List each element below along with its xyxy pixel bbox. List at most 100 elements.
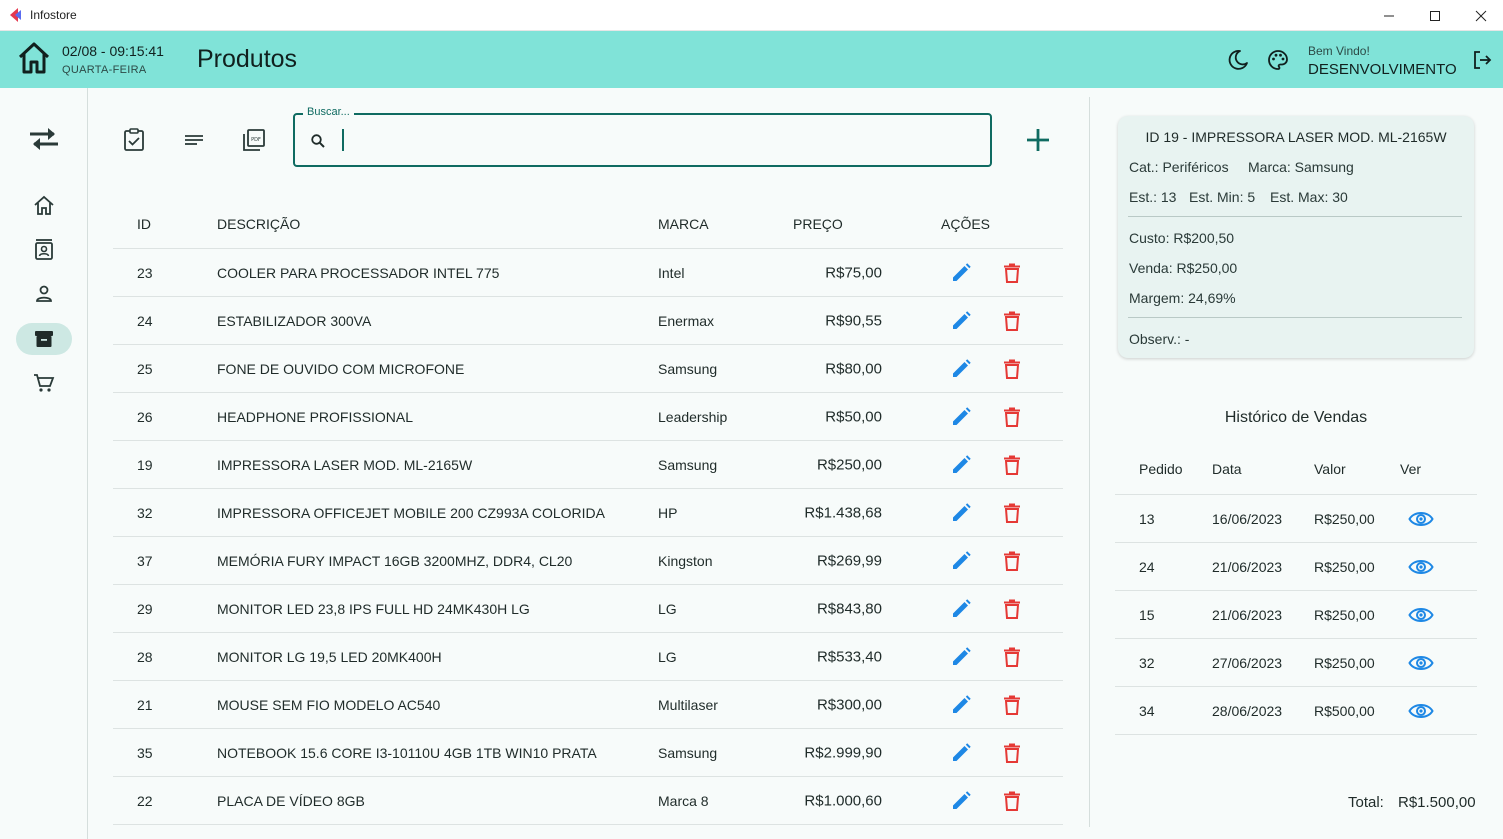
- table-row[interactable]: 26 HEADPHONE PROFISSIONAL Leadership R$50,0…: [113, 393, 1063, 441]
- maximize-button[interactable]: [1412, 0, 1458, 31]
- table-row[interactable]: 21 MOUSE SEM FIO MODELO AC540 Multilaser R$…: [113, 681, 1063, 729]
- history-value: R$250,00: [1314, 558, 1375, 575]
- detail-sale: Venda: R$250,00: [1129, 260, 1238, 276]
- nav-item-sales[interactable]: [16, 367, 72, 399]
- cell-price: R$80,00: [825, 360, 882, 377]
- cell-price: R$2.999,90: [804, 744, 882, 761]
- table-row[interactable]: 29 MONITOR LED 23,8 IPS FULL HD 24MK430H …: [113, 585, 1063, 633]
- cell-description: FONE DE OUVIDO COM MICROFONE: [217, 360, 465, 377]
- edit-pencil-icon[interactable]: [950, 406, 972, 428]
- close-window-button[interactable]: [1458, 0, 1503, 31]
- edit-pencil-icon[interactable]: [950, 502, 972, 524]
- cell-description: COOLER PARA PROCESSADOR INTEL 775: [217, 264, 500, 281]
- cell-brand: Intel: [658, 264, 685, 281]
- logout-icon[interactable]: [1470, 48, 1494, 72]
- dark-mode-icon[interactable]: [1226, 48, 1250, 72]
- table-row[interactable]: 23 COOLER PARA PROCESSADOR INTEL 775 Intel…: [113, 249, 1063, 297]
- edit-pencil-icon[interactable]: [950, 454, 972, 476]
- cell-price: R$75,00: [825, 264, 882, 281]
- edit-pencil-icon[interactable]: [950, 790, 972, 812]
- edit-pencil-icon[interactable]: [950, 550, 972, 572]
- delete-trash-icon[interactable]: [1001, 790, 1023, 812]
- nav-rail: [0, 88, 88, 839]
- table-row[interactable]: 24 ESTABILIZADOR 300VA Enermax R$90,55: [113, 297, 1063, 345]
- table-row[interactable]: 28 MONITOR LG 19,5 LED 20MK400H LG R$533,40: [113, 633, 1063, 681]
- eye-icon[interactable]: [1408, 557, 1434, 577]
- swap-icon[interactable]: [28, 126, 60, 152]
- add-product-icon[interactable]: [1022, 124, 1054, 156]
- cell-id: 22: [137, 792, 153, 809]
- delete-trash-icon[interactable]: [1001, 694, 1023, 716]
- pdf-icon[interactable]: PDF: [241, 127, 267, 153]
- edit-pencil-icon[interactable]: [950, 310, 972, 332]
- username: DESENVOLVIMENTO: [1308, 61, 1457, 78]
- delete-trash-icon[interactable]: [1001, 262, 1023, 284]
- eye-icon[interactable]: [1408, 605, 1434, 625]
- cell-id: 19: [137, 456, 153, 473]
- nav-item-home[interactable]: [16, 190, 72, 222]
- edit-pencil-icon[interactable]: [950, 262, 972, 284]
- clipboard-check-icon[interactable]: [121, 127, 147, 153]
- palette-icon[interactable]: [1266, 48, 1290, 72]
- delete-trash-icon[interactable]: [1001, 502, 1023, 524]
- cell-brand: LG: [658, 600, 677, 617]
- table-row[interactable]: 32 IMPRESSORA OFFICEJET MOBILE 200 CZ993A…: [113, 489, 1063, 537]
- minimize-button[interactable]: [1366, 0, 1412, 31]
- edit-pencil-icon[interactable]: [950, 598, 972, 620]
- app-header: 02/08 - 09:15:41 QUARTA-FEIRA Produtos B…: [0, 31, 1503, 88]
- table-row[interactable]: 22 PLACA DE VÍDEO 8GB Marca 8 R$1.000,60: [113, 777, 1063, 825]
- history-date: 28/06/2023: [1212, 702, 1283, 719]
- delete-trash-icon[interactable]: [1001, 358, 1023, 380]
- current-weekday: QUARTA-FEIRA: [62, 64, 147, 76]
- table-row[interactable]: 35 NOTEBOOK 15.6 CORE I3-10110U 4GB 1TB W…: [113, 729, 1063, 777]
- delete-trash-icon[interactable]: [1001, 598, 1023, 620]
- history-date: 27/06/2023: [1212, 654, 1283, 671]
- detail-separator: [1128, 216, 1462, 217]
- eye-icon[interactable]: [1408, 701, 1434, 721]
- table-row[interactable]: 25 FONE DE OUVIDO COM MICROFONE Samsung R$8…: [113, 345, 1063, 393]
- cell-brand: Leadership: [658, 408, 728, 425]
- search-input[interactable]: [341, 127, 961, 153]
- eye-icon[interactable]: [1408, 653, 1434, 673]
- edit-pencil-icon[interactable]: [950, 358, 972, 380]
- history-value: R$250,00: [1314, 510, 1375, 527]
- delete-trash-icon[interactable]: [1001, 742, 1023, 764]
- history-value: R$250,00: [1314, 606, 1375, 623]
- cell-brand: Marca 8: [658, 792, 709, 809]
- cell-price: R$300,00: [816, 696, 882, 713]
- cell-id: 24: [137, 312, 153, 329]
- detail-stock: Est.: 13: [1129, 189, 1177, 205]
- home-icon[interactable]: [16, 40, 52, 76]
- page-title: Produtos: [197, 45, 298, 73]
- detail-title: ID 19 - IMPRESSORA LASER MOD. ML-2165W: [1145, 129, 1447, 145]
- delete-trash-icon[interactable]: [1001, 310, 1023, 332]
- delete-trash-icon[interactable]: [1001, 406, 1023, 428]
- cell-brand: HP: [658, 504, 678, 521]
- sales-history-table: Pedido Data Valor Ver 13 16/06/2023 R$250,…: [1115, 443, 1477, 735]
- edit-pencil-icon[interactable]: [950, 742, 972, 764]
- delete-trash-icon[interactable]: [1001, 550, 1023, 572]
- cell-description: MEMÓRIA FURY IMPACT 16GB 3200MHZ, DDR4, …: [217, 552, 573, 569]
- nav-item-contacts[interactable]: [16, 234, 72, 266]
- svg-text:PDF: PDF: [251, 137, 261, 143]
- cell-brand: Samsung: [658, 360, 718, 377]
- history-header: Pedido Data Valor Ver: [1115, 443, 1477, 495]
- sort-lines-icon[interactable]: [181, 127, 207, 153]
- person-icon: [36, 285, 52, 302]
- eye-icon[interactable]: [1408, 509, 1434, 529]
- edit-pencil-icon[interactable]: [950, 646, 972, 668]
- delete-trash-icon[interactable]: [1001, 454, 1023, 476]
- table-row[interactable]: 19 IMPRESSORA LASER MOD. ML-2165W Samsung R…: [113, 441, 1063, 489]
- nav-item-clients[interactable]: [16, 278, 72, 310]
- edit-pencil-icon[interactable]: [950, 694, 972, 716]
- header-brand: MARCA: [658, 215, 709, 232]
- history-row: 34 28/06/2023 R$500,00: [1115, 687, 1477, 735]
- search-field[interactable]: Buscar...: [293, 106, 992, 167]
- welcome-text: Bem Vindo!: [1308, 44, 1370, 58]
- table-row[interactable]: 37 MEMÓRIA FURY IMPACT 16GB 3200MHZ, DDR4…: [113, 537, 1063, 585]
- cell-price: R$250,00: [816, 456, 882, 473]
- delete-trash-icon[interactable]: [1001, 646, 1023, 668]
- cell-brand: Multilaser: [658, 696, 718, 713]
- history-order: 15: [1139, 606, 1155, 623]
- nav-item-products[interactable]: [16, 323, 72, 355]
